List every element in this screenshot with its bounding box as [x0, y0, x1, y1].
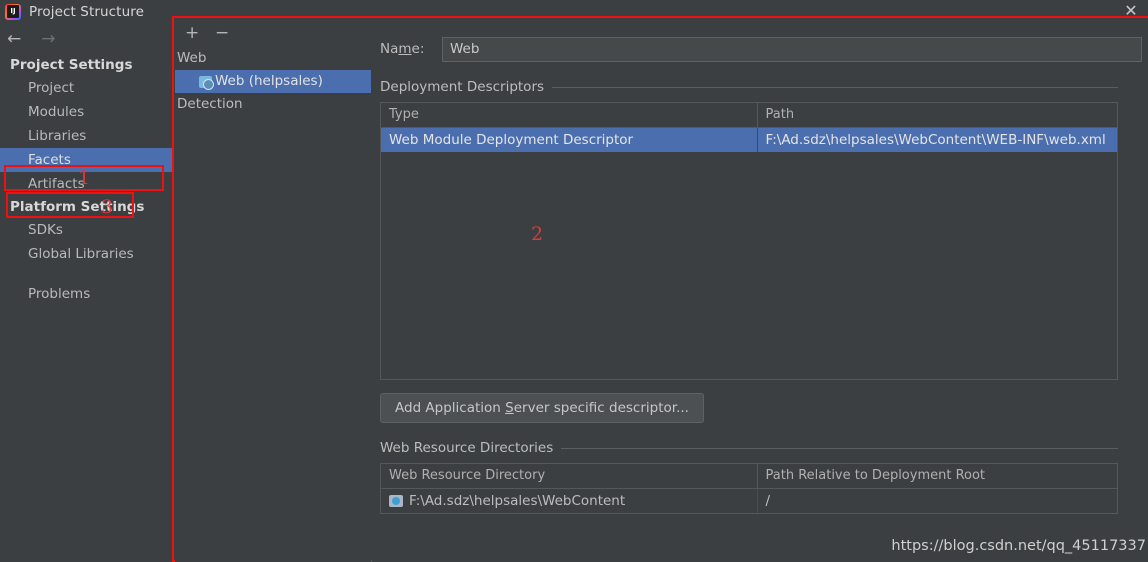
sidebar-item-libraries[interactable]: Libraries [0, 124, 172, 148]
nav-arrows: ← → [0, 24, 172, 54]
add-app-server-descriptor-button[interactable]: Add Application Server specific descript… [380, 393, 704, 423]
facet-detail-panel: Name: Deployment Descriptors Type Path W… [372, 19, 1148, 562]
sidebar-item-project[interactable]: Project [0, 76, 172, 100]
table-row[interactable]: Web Module Deployment Descriptor F:\Ad.s… [381, 127, 1117, 152]
window-title: Project Structure [29, 4, 144, 20]
sidebar-group-project-settings: Project Settings [10, 57, 133, 73]
name-input[interactable] [442, 36, 1142, 62]
sidebar-item-sdks[interactable]: SDKs [0, 218, 172, 242]
column-header-path-relative[interactable]: Path Relative to Deployment Root [757, 464, 1117, 489]
folder-module-icon [389, 494, 403, 507]
web-facet-icon [199, 75, 214, 90]
tree-node-detection[interactable]: Detection [175, 93, 371, 116]
name-label: Name: [380, 41, 425, 57]
section-title: Deployment Descriptors [380, 79, 545, 95]
sidebar-divider [0, 266, 172, 282]
project-structure-dialog: Project Structure ✕ ← → Project Settings… [0, 0, 1148, 562]
sidebar-item-global-libraries[interactable]: Global Libraries [0, 242, 172, 266]
cell-type: Web Module Deployment Descriptor [381, 127, 758, 152]
table-header-row: Web Resource Directory Path Relative to … [381, 464, 1117, 489]
column-header-type[interactable]: Type [381, 103, 758, 128]
intellij-idea-icon [5, 4, 21, 20]
table-header-row: Type Path [381, 103, 1117, 128]
deployment-descriptors-table[interactable]: Type Path Web Module Deployment Descript… [380, 102, 1118, 380]
column-header-web-resource-directory[interactable]: Web Resource Directory [381, 464, 758, 489]
cell-web-resource-directory: F:\Ad.sdz\helpsales\WebContent [381, 488, 758, 513]
tree-node-web[interactable]: Web [175, 47, 371, 70]
column-header-path[interactable]: Path [757, 103, 1117, 128]
tree-node-label: Web (helpsales) [215, 73, 323, 89]
minus-icon[interactable]: − [215, 24, 229, 42]
sidebar-item-problems[interactable]: Problems [0, 282, 172, 306]
tree-node-label: Web [177, 50, 207, 66]
facet-tree-panel: + − Web Web (helpsales) Detection [175, 19, 371, 562]
sidebar-item-artifacts[interactable]: Artifacts [0, 172, 172, 196]
tree-node-label: Detection [177, 96, 243, 112]
watermark-text: https://blog.csdn.net/qq_45117337 [891, 538, 1146, 554]
annotation-number-2: 2 [531, 223, 544, 245]
settings-sidebar: ← → Project Settings Project Modules Lib… [0, 24, 172, 562]
section-title: Web Resource Directories [380, 440, 554, 456]
web-resource-directories-section-header: Web Resource Directories [372, 439, 1148, 457]
table-row[interactable]: F:\Ad.sdz\helpsales\WebContent / [381, 488, 1117, 513]
cell-path: F:\Ad.sdz\helpsales\WebContent\WEB-INF\w… [757, 127, 1117, 152]
sidebar-group-platform-settings: Platform Settings [10, 199, 145, 215]
sidebar-item-facets[interactable]: Facets [0, 148, 172, 172]
section-rule [552, 86, 1118, 88]
tree-node-web-helpsales[interactable]: Web (helpsales) [175, 70, 371, 93]
arrow-right-icon[interactable]: → [41, 30, 55, 48]
web-resource-directories-table[interactable]: Web Resource Directory Path Relative to … [380, 463, 1118, 514]
deployment-descriptors-section-header: Deployment Descriptors [372, 78, 1148, 96]
cell-relative-path: / [765, 492, 771, 509]
section-rule [561, 447, 1118, 449]
plus-icon[interactable]: + [185, 24, 199, 42]
arrow-left-icon[interactable]: ← [7, 30, 21, 48]
sidebar-item-modules[interactable]: Modules [0, 100, 172, 124]
facet-tree-toolbar: + − [175, 19, 371, 47]
name-row: Name: [372, 34, 1148, 64]
